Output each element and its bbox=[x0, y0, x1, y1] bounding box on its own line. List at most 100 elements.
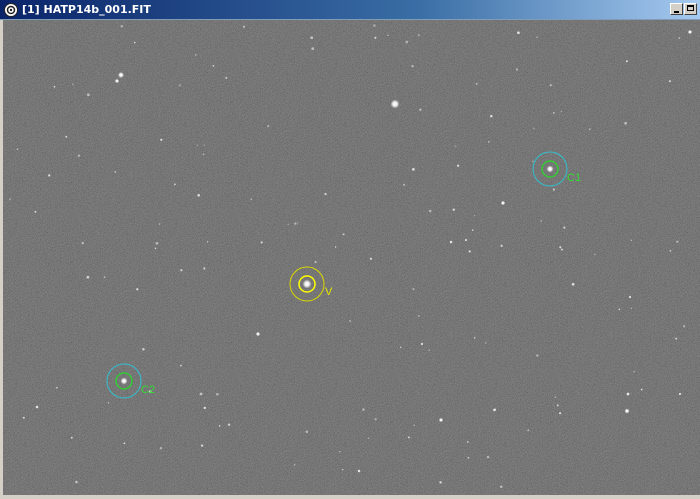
star bbox=[626, 392, 630, 396]
minimize-icon[interactable] bbox=[670, 3, 683, 15]
faint-star bbox=[571, 282, 575, 286]
faint-star bbox=[195, 54, 197, 56]
star bbox=[420, 342, 424, 346]
faint-star bbox=[593, 253, 596, 256]
target-label: V bbox=[325, 286, 333, 298]
faint-star bbox=[341, 468, 344, 471]
maximize-icon[interactable] bbox=[684, 3, 697, 15]
faint-star bbox=[158, 223, 161, 225]
faint-star bbox=[403, 183, 406, 186]
faint-star bbox=[625, 60, 628, 63]
faint-star bbox=[428, 209, 432, 213]
faint-star bbox=[682, 325, 686, 328]
faint-star bbox=[202, 153, 205, 156]
faint-star bbox=[314, 260, 317, 264]
faint-star bbox=[250, 198, 253, 200]
telescope-icon[interactable] bbox=[4, 3, 18, 17]
window-title: [1] HATP14b_001.FIT bbox=[22, 3, 151, 16]
faint-star bbox=[678, 37, 681, 39]
target-star bbox=[302, 279, 312, 289]
faint-star bbox=[9, 198, 11, 201]
faint-star bbox=[369, 257, 373, 260]
faint-star bbox=[484, 342, 487, 344]
window-frame-bottom bbox=[0, 495, 700, 499]
faint-star bbox=[155, 242, 159, 245]
faint-star bbox=[473, 214, 476, 217]
faint-star bbox=[668, 80, 671, 83]
faint-star bbox=[160, 138, 163, 141]
faint-star bbox=[180, 364, 182, 367]
faint-star bbox=[640, 388, 643, 391]
star bbox=[438, 417, 444, 423]
faint-star bbox=[142, 348, 145, 351]
faint-star bbox=[456, 164, 460, 167]
faint-star bbox=[348, 319, 352, 323]
faint-star bbox=[400, 346, 402, 348]
faint-star bbox=[559, 246, 562, 249]
faint-star bbox=[22, 416, 25, 419]
faint-star bbox=[552, 111, 555, 115]
star bbox=[500, 200, 506, 206]
faint-star bbox=[387, 34, 389, 37]
faint-star bbox=[225, 76, 228, 79]
faint-star bbox=[136, 288, 139, 291]
faint-star bbox=[411, 64, 414, 68]
fits-image-canvas[interactable]: V C1 C2 bbox=[3, 20, 700, 495]
faint-star bbox=[374, 418, 377, 421]
faint-star bbox=[362, 408, 365, 411]
faint-star bbox=[173, 183, 176, 186]
faint-star bbox=[405, 40, 409, 44]
faint-star bbox=[65, 135, 68, 138]
faint-star bbox=[199, 392, 203, 396]
faint-star bbox=[474, 337, 476, 339]
faint-star bbox=[287, 223, 289, 225]
star-field[interactable]: V C1 C2 bbox=[3, 20, 700, 495]
faint-star bbox=[500, 244, 503, 247]
faint-star bbox=[16, 148, 19, 151]
faint-star bbox=[452, 208, 456, 211]
c1-label: C1 bbox=[567, 172, 581, 184]
star bbox=[687, 29, 693, 35]
faint-star bbox=[197, 193, 201, 197]
star bbox=[114, 78, 120, 84]
faint-star bbox=[418, 34, 420, 36]
faint-star bbox=[373, 24, 376, 27]
faint-star bbox=[81, 241, 84, 245]
faint-star bbox=[624, 121, 627, 125]
star bbox=[464, 238, 468, 242]
faint-star bbox=[154, 247, 157, 250]
faint-star bbox=[55, 386, 58, 389]
faint-star bbox=[675, 337, 678, 340]
faint-star bbox=[334, 246, 337, 248]
faint-star bbox=[630, 239, 633, 241]
star bbox=[357, 469, 361, 473]
faint-star bbox=[466, 441, 469, 443]
faint-star bbox=[558, 412, 562, 415]
faint-star bbox=[70, 436, 73, 439]
faint-star bbox=[678, 392, 682, 396]
faint-star bbox=[633, 371, 635, 373]
faint-star bbox=[630, 307, 632, 309]
faint-star bbox=[669, 249, 672, 252]
faint-star bbox=[203, 406, 206, 410]
faint-star bbox=[560, 248, 563, 251]
faint-star bbox=[305, 430, 309, 434]
star bbox=[624, 408, 630, 414]
faint-star bbox=[206, 241, 209, 243]
faint-star bbox=[293, 463, 296, 466]
faint-star bbox=[324, 192, 327, 196]
faint-star bbox=[468, 250, 471, 253]
faint-star bbox=[412, 287, 415, 291]
faint-star bbox=[556, 404, 559, 407]
faint-star bbox=[267, 125, 270, 128]
faint-star bbox=[536, 354, 539, 357]
title-bar[interactable]: [1] HATP14b_001.FIT bbox=[0, 0, 700, 20]
faint-star bbox=[618, 308, 621, 311]
faint-star bbox=[103, 276, 106, 279]
faint-star bbox=[467, 456, 470, 459]
star bbox=[449, 240, 453, 244]
c2-star bbox=[120, 377, 128, 385]
faint-star bbox=[77, 154, 81, 157]
faint-star bbox=[454, 145, 457, 147]
faint-star bbox=[563, 226, 566, 229]
